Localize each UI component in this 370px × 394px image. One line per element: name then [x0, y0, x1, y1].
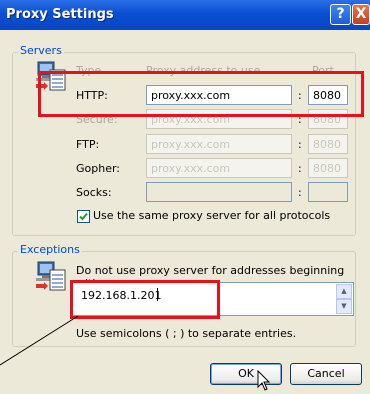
callout-line [0, 315, 79, 366]
mouse-cursor-icon [257, 370, 271, 391]
cancel-button[interactable]: Cancel [290, 363, 362, 385]
ok-button[interactable]: OK [210, 363, 282, 385]
